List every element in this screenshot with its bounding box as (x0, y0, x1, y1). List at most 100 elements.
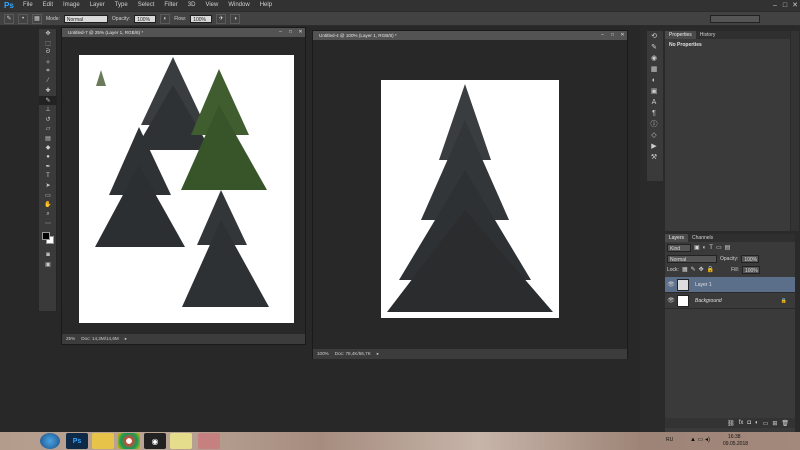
visibility-eye-icon[interactable]: 👁 (665, 297, 677, 304)
delete-layer-icon[interactable]: 🗑 (781, 420, 789, 427)
brush-preset-icon[interactable]: ✎ (4, 13, 14, 24)
document-window-1[interactable]: Untitled-7 @ 25% (Layer 1, RGB/8) * – □ … (61, 27, 306, 345)
path-select-tool-icon[interactable]: ➤ (39, 181, 57, 191)
tool-presets-icon[interactable]: ⚒ (647, 152, 661, 163)
kind-filter-select[interactable]: Kind (667, 243, 691, 252)
flow-field[interactable]: 100% (190, 14, 213, 23)
properties-scrollbar[interactable] (791, 31, 799, 231)
tab-properties[interactable]: Properties (665, 31, 696, 39)
gradient-tool-icon[interactable]: ▤ (39, 134, 57, 144)
navigator-icon[interactable]: ◇ (647, 130, 661, 141)
doc1-maximize-icon[interactable]: □ (286, 28, 295, 37)
layer-name[interactable]: Layer 1 (695, 282, 712, 288)
taskbar-app-icon[interactable] (170, 433, 192, 449)
add-style-icon[interactable]: fx (739, 420, 744, 426)
color-icon[interactable]: ◉ (647, 53, 661, 64)
clock-time[interactable]: 16:38 (728, 434, 741, 440)
workspace-select[interactable] (710, 14, 760, 23)
start-button[interactable] (40, 433, 60, 449)
pressure-opacity-icon[interactable]: ◐ (160, 13, 171, 24)
taskbar-obs-icon[interactable]: ◉ (144, 433, 166, 449)
document-tab-1[interactable]: Untitled-7 @ 25% (Layer 1, RGB/8) * – □ … (62, 28, 305, 37)
lock-position-icon[interactable]: ✥ (699, 266, 704, 273)
lasso-tool-icon[interactable]: ᘐ (39, 48, 57, 58)
adjustment-layer-icon[interactable]: ◐ (755, 420, 759, 426)
clock-date[interactable]: 09.05.2018 (723, 441, 748, 447)
info-icon[interactable]: ⓘ (647, 119, 661, 130)
taskbar-explorer-icon[interactable] (92, 433, 114, 449)
language-indicator[interactable]: RU (666, 437, 673, 443)
doc1-arrow-icon[interactable]: ▸ (125, 334, 127, 344)
hand-tool-icon[interactable]: ✋ (39, 200, 57, 210)
type-tool-icon[interactable]: T (39, 172, 57, 182)
doc2-zoom[interactable]: 100% (317, 349, 329, 359)
color-swatches[interactable] (39, 229, 56, 251)
doc2-maximize-icon[interactable]: □ (608, 31, 617, 40)
document-window-2[interactable]: Untitled-4 @ 100% (Layer 1, RGB/8) * – □… (312, 30, 628, 359)
mode-select[interactable]: Normal (63, 14, 108, 23)
menu-window[interactable]: Window (223, 0, 254, 11)
brush-panel-icon[interactable]: ▦ (32, 13, 42, 24)
brush-presets-icon[interactable]: ✎ (647, 42, 661, 53)
visibility-eye-icon[interactable]: 👁 (665, 281, 677, 288)
eyedropper-tool-icon[interactable]: ⁄ (39, 77, 57, 87)
menu-help[interactable]: Help (255, 0, 277, 11)
quick-select-tool-icon[interactable]: ✧ (39, 58, 57, 68)
marquee-tool-icon[interactable]: ⬚ (39, 39, 57, 49)
minimize-icon[interactable]: – (770, 1, 780, 11)
menu-filter[interactable]: Filter (159, 0, 182, 11)
lock-all-icon[interactable]: 🔒 (707, 266, 714, 273)
crop-tool-icon[interactable]: ⌗ (39, 67, 57, 77)
pressure-size-icon[interactable]: ◑ (230, 13, 241, 24)
character-icon[interactable]: A (647, 97, 661, 108)
taskbar-app2-icon[interactable] (198, 433, 220, 449)
styles-icon[interactable]: ▣ (647, 86, 661, 97)
healing-tool-icon[interactable]: ✚ (39, 86, 57, 96)
more-tools-icon[interactable]: ⋯ (39, 219, 57, 229)
canvas-1[interactable] (79, 55, 294, 323)
dodge-tool-icon[interactable]: ● (39, 153, 57, 163)
filter-shape-icon[interactable]: ▭ (716, 244, 722, 251)
brush-tool-icon[interactable]: ✎ (39, 95, 57, 105)
doc2-close-icon[interactable]: ✕ (618, 31, 627, 40)
menu-edit[interactable]: Edit (38, 0, 58, 11)
pen-tool-icon[interactable]: ✒ (39, 162, 57, 172)
tray-icons[interactable]: ▲ ▭ ◂) (690, 436, 710, 443)
doc1-zoom[interactable]: 25% (66, 334, 75, 344)
doc1-minimize-icon[interactable]: – (276, 28, 285, 37)
screen-mode-icon[interactable]: ▣ (39, 260, 57, 270)
menu-view[interactable]: View (200, 0, 223, 11)
quick-mask-icon[interactable]: ◙ (39, 251, 57, 261)
menu-file[interactable]: File (18, 0, 38, 11)
opacity-field[interactable]: 100% (134, 14, 157, 23)
layer-name[interactable]: Background (695, 298, 722, 304)
zoom-tool-icon[interactable]: ⌕ (39, 210, 57, 220)
close-icon[interactable]: ✕ (790, 1, 800, 11)
tab-history[interactable]: History (696, 31, 720, 39)
tab-channels[interactable]: Channels (688, 234, 717, 242)
clone-stamp-tool-icon[interactable]: ⊥ (39, 105, 57, 115)
taskbar-chrome-icon[interactable] (118, 433, 140, 449)
filter-type-icon[interactable]: T (709, 245, 713, 251)
brush-size-icon[interactable]: • (18, 13, 28, 24)
layer-row-layer-1[interactable]: 👁 Layer 1 (665, 277, 795, 293)
paragraph-icon[interactable]: ¶ (647, 108, 661, 119)
shape-tool-icon[interactable]: ▭ (39, 191, 57, 201)
fill-field[interactable]: 100% (741, 265, 760, 274)
layers-opacity-field[interactable]: 100% (741, 254, 760, 263)
menu-select[interactable]: Select (133, 0, 160, 11)
eraser-tool-icon[interactable]: ▱ (39, 124, 57, 134)
blend-mode-select[interactable]: Normal (667, 254, 717, 263)
history-brush-tool-icon[interactable]: ↺ (39, 115, 57, 125)
actions-icon[interactable]: ▶ (647, 141, 661, 152)
filter-pixel-icon[interactable]: ▣ (694, 244, 700, 251)
doc1-close-icon[interactable]: ✕ (296, 28, 305, 37)
menu-3d[interactable]: 3D (183, 0, 201, 11)
layer-row-background[interactable]: 👁 Background 🔒 (665, 293, 795, 309)
swatches-icon[interactable]: ▦ (647, 64, 661, 75)
lock-transparent-icon[interactable]: ▦ (682, 266, 688, 273)
doc2-arrow-icon[interactable]: ▸ (377, 349, 379, 359)
new-group-icon[interactable]: ▭ (763, 420, 769, 427)
canvas-2[interactable] (381, 80, 559, 318)
tab-layers[interactable]: Layers (665, 234, 689, 242)
